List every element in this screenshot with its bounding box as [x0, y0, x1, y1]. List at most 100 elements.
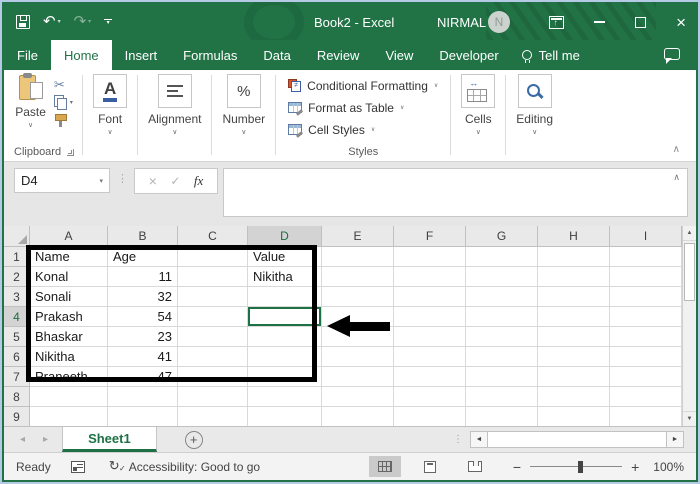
cut-icon[interactable]: ✂: [54, 78, 65, 91]
cell-D5[interactable]: [248, 327, 322, 347]
font-dropdown-icon[interactable]: ∨: [108, 128, 113, 136]
row-header-3[interactable]: 3: [4, 287, 30, 307]
cancel-icon[interactable]: ×: [149, 173, 157, 189]
tab-file[interactable]: File: [4, 40, 51, 70]
cell-A9[interactable]: [30, 407, 108, 426]
close-icon[interactable]: ×: [676, 14, 686, 31]
zoom-slider-thumb[interactable]: [577, 460, 583, 473]
conditional-formatting-button[interactable]: Conditional Formatting ∨: [288, 75, 438, 96]
cell-B8[interactable]: [108, 387, 178, 407]
cell-E8[interactable]: [322, 387, 394, 407]
cell-G2[interactable]: [466, 267, 538, 287]
cell-C7[interactable]: [178, 367, 248, 387]
enter-icon[interactable]: ✓: [170, 174, 180, 188]
sheet-nav-right-icon[interactable]: ▸: [43, 434, 48, 445]
sheet-tab-sheet1[interactable]: Sheet1: [62, 427, 157, 452]
cell-F3[interactable]: [394, 287, 466, 307]
column-header-E[interactable]: E: [322, 226, 394, 247]
cell-H4[interactable]: [538, 307, 610, 327]
cell-I8[interactable]: [610, 387, 682, 407]
cell-G4[interactable]: [466, 307, 538, 327]
cell-F9[interactable]: [394, 407, 466, 426]
cell-A5[interactable]: Bhaskar: [30, 327, 108, 347]
paste-dropdown-icon[interactable]: ∨: [28, 121, 33, 129]
format-painter-icon[interactable]: [54, 113, 67, 127]
row-header-2[interactable]: 2: [4, 267, 30, 287]
avatar[interactable]: N: [488, 11, 510, 33]
horizontal-scrollbar[interactable]: ◄ ►: [470, 431, 684, 448]
cell-C6[interactable]: [178, 347, 248, 367]
cell-B1[interactable]: Age: [108, 247, 178, 267]
name-box[interactable]: D4 ▾: [14, 168, 110, 193]
cell-B9[interactable]: [108, 407, 178, 426]
cell-E3[interactable]: [322, 287, 394, 307]
cell-D9[interactable]: [248, 407, 322, 426]
cell-F2[interactable]: [394, 267, 466, 287]
vertical-scroll-thumb[interactable]: [684, 243, 695, 301]
cell-D6[interactable]: [248, 347, 322, 367]
format-as-table-button[interactable]: Format as Table ∨: [288, 97, 438, 118]
cell-G6[interactable]: [466, 347, 538, 367]
cell-G8[interactable]: [466, 387, 538, 407]
column-header-G[interactable]: G: [466, 226, 538, 247]
row-header-9[interactable]: 9: [4, 407, 30, 426]
scroll-down-icon[interactable]: ▼: [683, 411, 696, 426]
cell-E9[interactable]: [322, 407, 394, 426]
scroll-left-icon[interactable]: ◄: [470, 431, 488, 448]
cell-B4[interactable]: 54: [108, 307, 178, 327]
tell-me-box[interactable]: Tell me: [521, 40, 580, 70]
accessibility-status[interactable]: ↻ ✓ Accessibility: Good to go: [109, 459, 260, 474]
cell-H9[interactable]: [538, 407, 610, 426]
cell-A7[interactable]: Praneeth: [30, 367, 108, 387]
cell-I9[interactable]: [610, 407, 682, 426]
cell-A4[interactable]: Prakash: [30, 307, 108, 327]
cell-C9[interactable]: [178, 407, 248, 426]
customize-qat-button[interactable]: ▾: [104, 18, 113, 26]
cell-D3[interactable]: [248, 287, 322, 307]
cell-I5[interactable]: [610, 327, 682, 347]
cell-B7[interactable]: 47: [108, 367, 178, 387]
cell-A6[interactable]: Nikitha: [30, 347, 108, 367]
minimize-icon[interactable]: [594, 21, 606, 23]
formula-input[interactable]: ∧: [223, 168, 688, 217]
cell-D2[interactable]: Nikitha: [248, 267, 322, 287]
column-header-F[interactable]: F: [394, 226, 466, 247]
cell-H7[interactable]: [538, 367, 610, 387]
cell-I2[interactable]: [610, 267, 682, 287]
cell-E2[interactable]: [322, 267, 394, 287]
cell-B3[interactable]: 32: [108, 287, 178, 307]
name-box-dropdown-icon[interactable]: ▾: [99, 177, 103, 185]
cell-F6[interactable]: [394, 347, 466, 367]
cell-A1[interactable]: Name: [30, 247, 108, 267]
tab-developer[interactable]: Developer: [426, 40, 511, 70]
cell-D4[interactable]: [248, 307, 322, 327]
macro-record-icon[interactable]: [70, 460, 85, 473]
number-group[interactable]: % Number ∨: [214, 73, 273, 161]
row-header-5[interactable]: 5: [4, 327, 30, 347]
cell-F4[interactable]: [394, 307, 466, 327]
select-all-corner[interactable]: [4, 226, 30, 247]
cell-G3[interactable]: [466, 287, 538, 307]
tab-view[interactable]: View: [372, 40, 426, 70]
cells-dropdown-icon[interactable]: ∨: [476, 128, 481, 136]
cell-styles-button[interactable]: Cell Styles ∨: [288, 119, 438, 140]
cell-H5[interactable]: [538, 327, 610, 347]
cell-G9[interactable]: [466, 407, 538, 426]
tab-insert[interactable]: Insert: [112, 40, 171, 70]
tab-review[interactable]: Review: [304, 40, 373, 70]
cell-G1[interactable]: [466, 247, 538, 267]
column-header-I[interactable]: I: [610, 226, 682, 247]
cell-I7[interactable]: [610, 367, 682, 387]
tab-home[interactable]: Home: [50, 40, 112, 70]
cell-E7[interactable]: [322, 367, 394, 387]
column-header-D[interactable]: D: [248, 226, 322, 247]
cell-I1[interactable]: [610, 247, 682, 267]
cell-F1[interactable]: [394, 247, 466, 267]
zoom-in-icon[interactable]: +: [631, 459, 639, 475]
cell-H3[interactable]: [538, 287, 610, 307]
sheetbar-handle-icon[interactable]: ⋮: [453, 434, 463, 445]
zoom-percentage[interactable]: 100%: [653, 460, 684, 474]
cell-D1[interactable]: Value: [248, 247, 322, 267]
cell-A3[interactable]: Sonali: [30, 287, 108, 307]
page-break-view-button[interactable]: [459, 456, 491, 477]
